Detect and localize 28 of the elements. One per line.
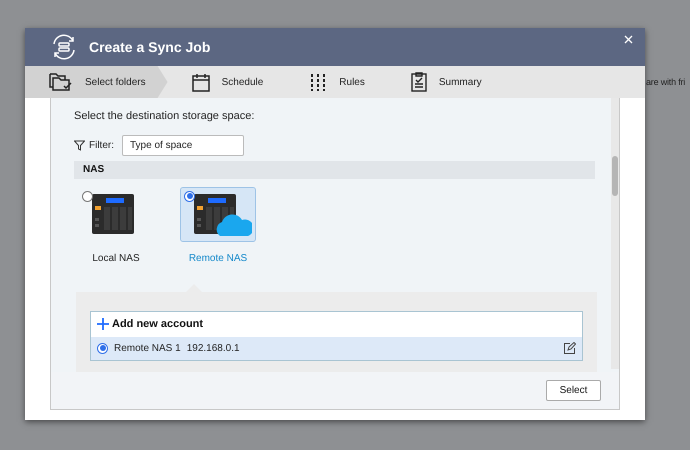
account-row[interactable]: Remote NAS 1 192.168.0.1 xyxy=(91,336,582,360)
folders-icon xyxy=(49,72,73,92)
step-tab[interactable]: Summary xyxy=(386,66,504,98)
storage-label: Local NAS xyxy=(92,252,140,266)
filter-label: Filter: xyxy=(89,138,114,152)
nas-cloud-icon xyxy=(194,194,252,238)
select-button[interactable]: Select xyxy=(546,380,601,401)
step-tab[interactable]: Select folders xyxy=(25,66,168,98)
close-icon xyxy=(624,34,632,44)
storage-label: Remote NAS xyxy=(188,252,248,266)
step-tab[interactable]: Rules xyxy=(285,66,387,98)
window-title: Create a Sync Job xyxy=(89,38,210,57)
section-header: NAS xyxy=(74,160,595,178)
background-text: are with fri xyxy=(646,76,686,89)
clipboard-icon xyxy=(410,72,427,92)
plus-icon xyxy=(97,318,109,330)
edit-icon[interactable] xyxy=(563,342,576,354)
filter-icon xyxy=(74,140,85,150)
step-tab[interactable]: Schedule xyxy=(168,66,286,98)
scrollbar-thumb[interactable] xyxy=(612,156,618,196)
filter-field[interactable]: Type of space xyxy=(122,134,244,156)
storage-option[interactable] xyxy=(180,186,256,242)
calendar-icon xyxy=(192,72,210,92)
sync-icon xyxy=(51,34,77,60)
prompt-text: Select the destination storage space: xyxy=(74,109,256,124)
account-name: Remote NAS 1 xyxy=(114,342,181,356)
add-account-button[interactable]: Add new account xyxy=(91,312,582,336)
account-address: 192.168.0.1 xyxy=(186,342,240,356)
